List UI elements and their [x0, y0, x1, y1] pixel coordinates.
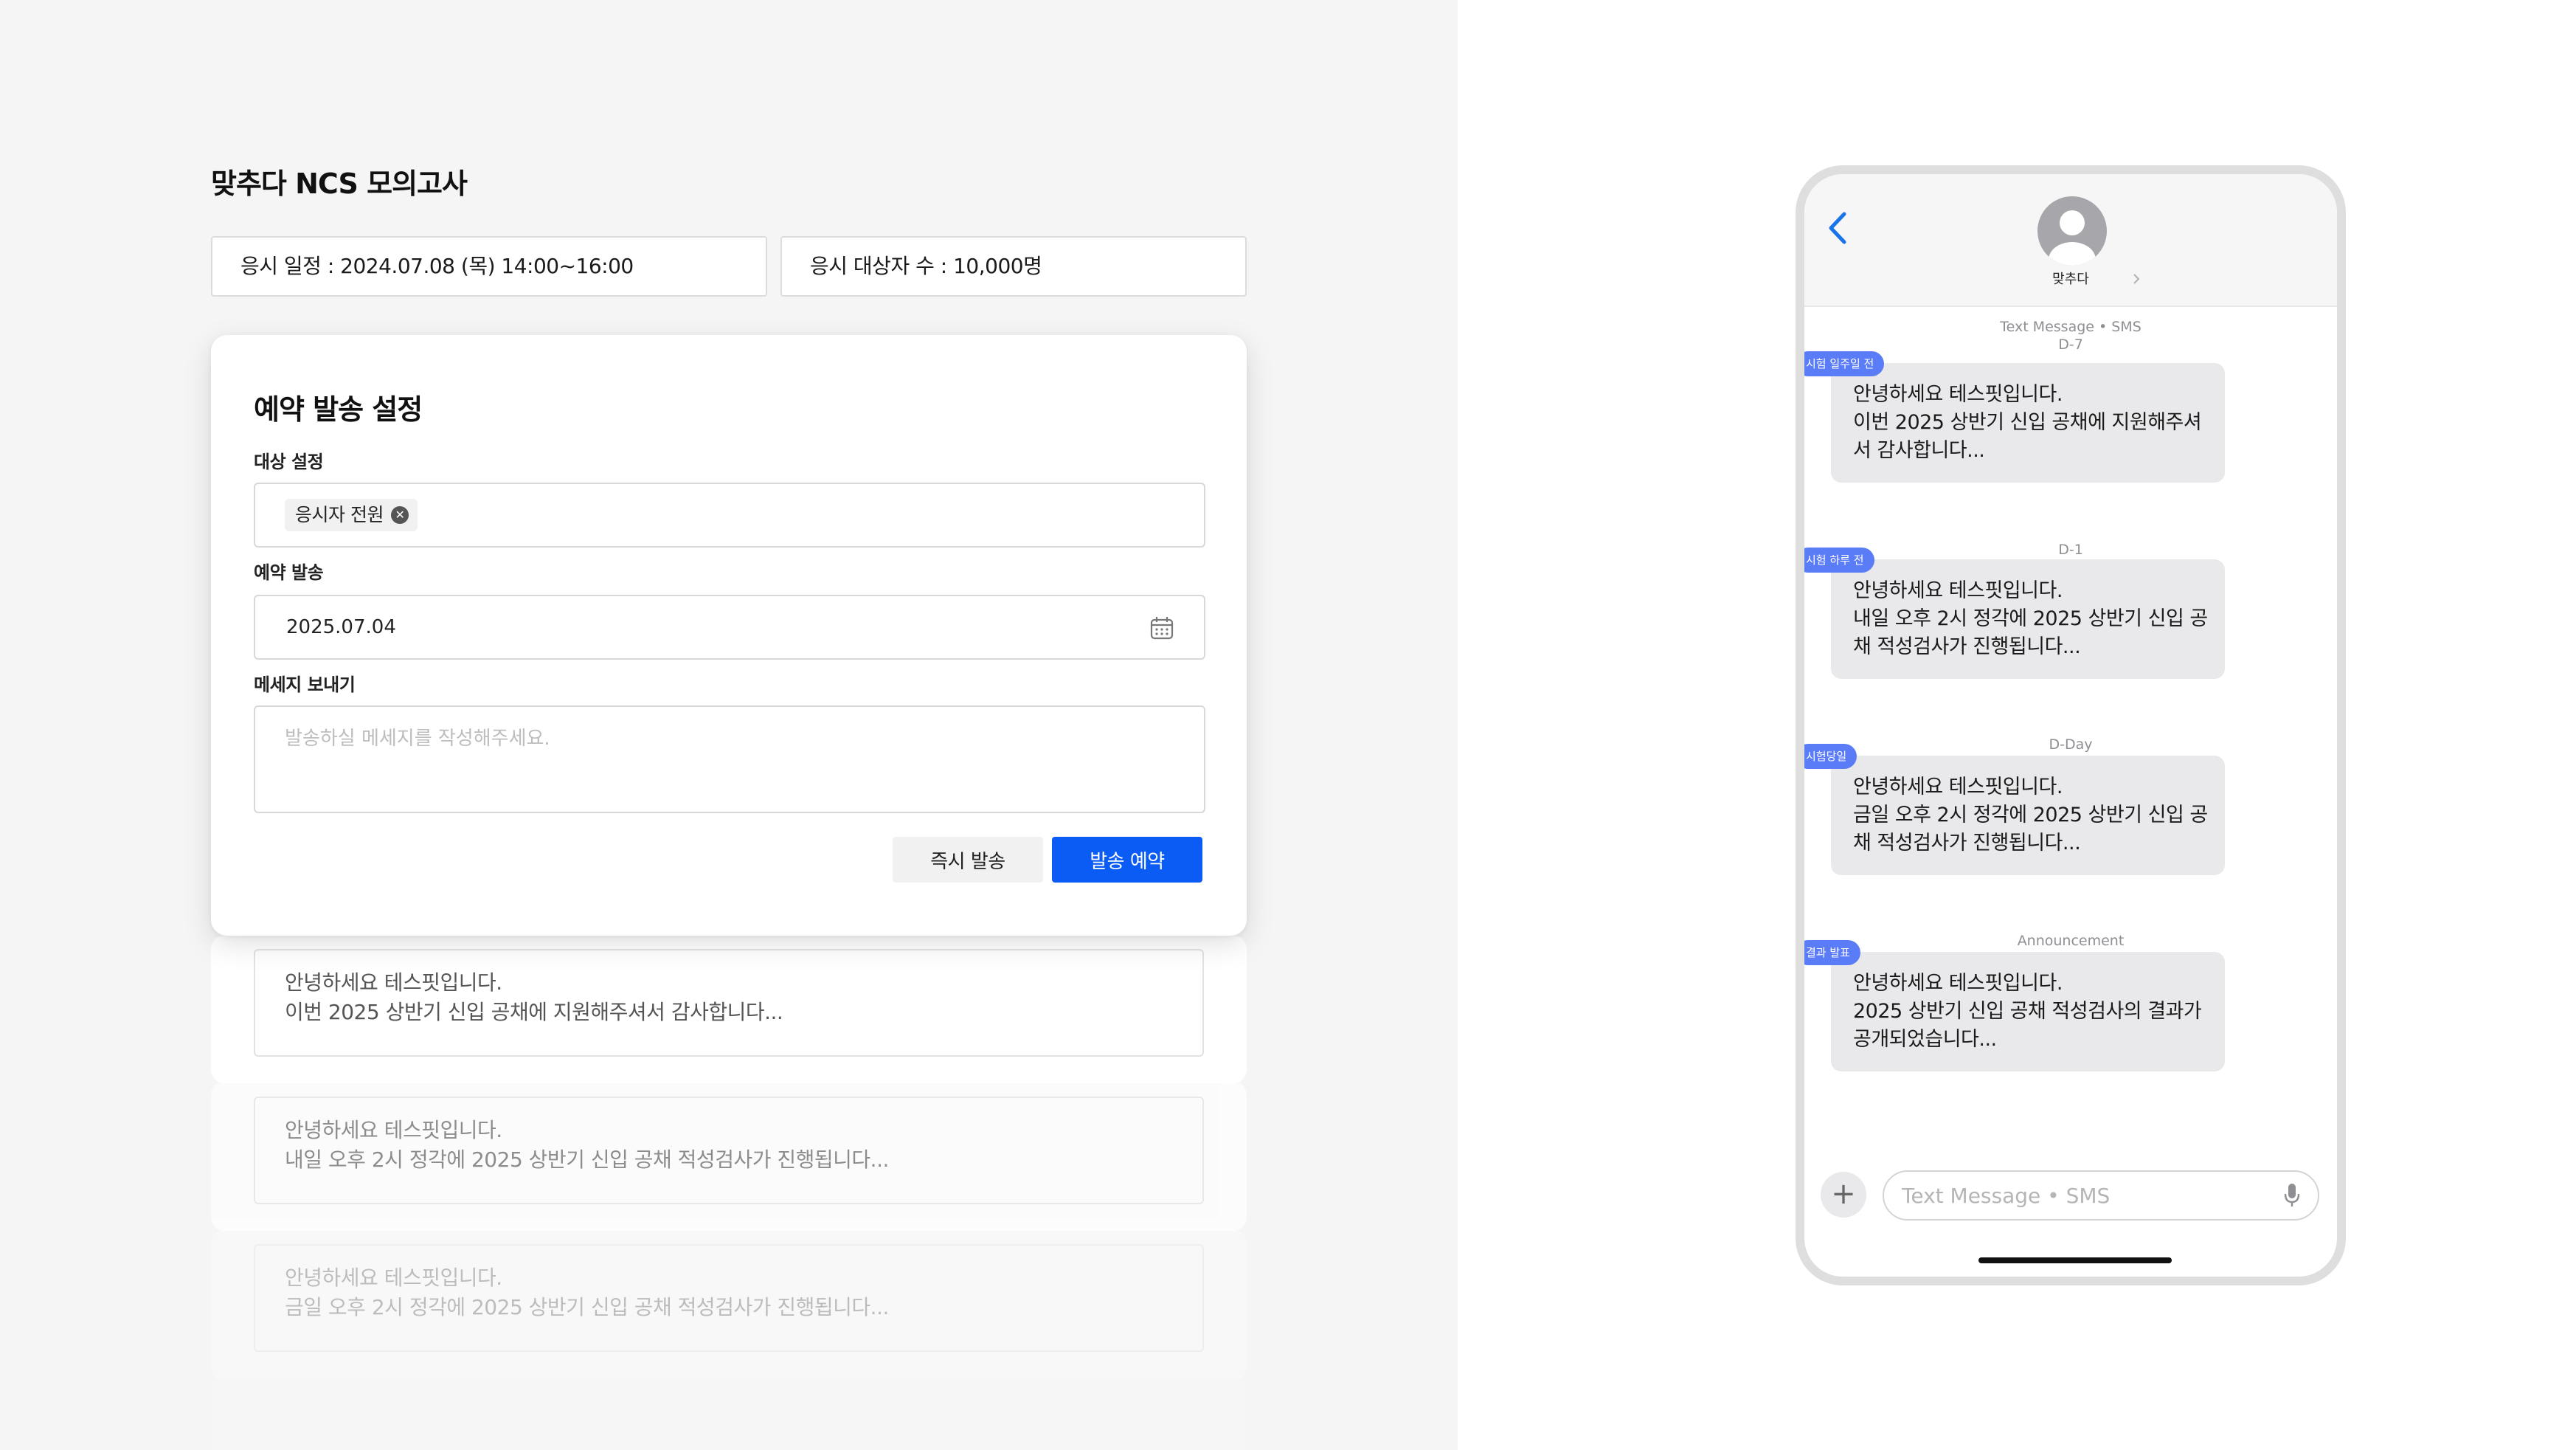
- message-history-card-faded: [211, 1380, 1247, 1450]
- mic-icon[interactable]: [2282, 1182, 2302, 1209]
- chevron-right-icon: [2133, 274, 2140, 284]
- target-field[interactable]: 응시자 전원 ✕: [254, 483, 1205, 548]
- phone-preview-panel: 맞추다 Text Message • SMS D-7 안녕하세요 테스핏입니다.…: [1458, 0, 2576, 1450]
- message-timestamp: Text Message • SMS: [2000, 319, 2142, 335]
- sms-bubble: 안녕하세요 테스핏입니다. 내일 오후 2시 정각에 2025 상반기 신입 공…: [1831, 559, 2225, 679]
- history-message: 안녕하세요 테스핏입니다. 이번 2025 상반기 신입 공채에 지원해주셔서 …: [254, 949, 1204, 1057]
- message-tag: 시험 하루 전: [1804, 548, 1874, 573]
- message-history-card[interactable]: 안녕하세요 테스핏입니다. 금일 오후 2시 정각에 2025 상반기 신입 공…: [211, 1229, 1247, 1380]
- message-tag: 시험 일주일 전: [1804, 351, 1885, 376]
- sms-bubble: 안녕하세요 테스핏입니다. 금일 오후 2시 정각에 2025 상반기 신입 공…: [1831, 756, 2225, 875]
- sms-bubble: 안녕하세요 테스핏입니다. 2025 상반기 신입 공채 적성검사의 결과가 공…: [1831, 952, 2225, 1071]
- history-message: 안녕하세요 테스핏입니다. 내일 오후 2시 정각에 2025 상반기 신입 공…: [254, 1097, 1204, 1204]
- history-message: 안녕하세요 테스핏입니다. 금일 오후 2시 정각에 2025 상반기 신입 공…: [254, 1244, 1204, 1352]
- exam-title: 맞추다 NCS 모의고사: [211, 168, 468, 200]
- bubble-line: 금일 오후 2시 정각에 2025 상반기 신입 공: [1853, 804, 2208, 826]
- history-message-line: 안녕하세요 테스핏입니다.: [285, 970, 502, 995]
- message-timestamp: D-Day: [2049, 736, 2093, 753]
- exam-schedule-box: 응시 일정 : 2024.07.08 (목) 14:00~16:00: [211, 236, 767, 297]
- home-indicator: [1978, 1257, 2172, 1263]
- bubble-line: 이번 2025 상반기 신입 공채에 지원해주셔: [1853, 411, 2202, 434]
- history-message-line: 내일 오후 2시 정각에 2025 상반기 신입 공채 적성검사가 진행됩니다.…: [285, 1147, 889, 1172]
- history-message-line: 안녕하세요 테스핏입니다.: [285, 1266, 502, 1290]
- bubble-line: 내일 오후 2시 정각에 2025 상반기 신입 공: [1853, 607, 2208, 630]
- message-field[interactable]: [254, 705, 1205, 813]
- plus-icon[interactable]: +: [1821, 1172, 1866, 1218]
- bubble-line: 공개되었습니다...: [1853, 1028, 1997, 1051]
- schedule-send-button[interactable]: 발송 예약: [1052, 837, 1202, 883]
- back-chevron-icon[interactable]: [1824, 210, 1853, 246]
- message-history-card[interactable]: 안녕하세요 테스핏입니다. 내일 오후 2시 정각에 2025 상반기 신입 공…: [211, 1082, 1247, 1231]
- bubble-line: 채 적성검사가 진행됩니다...: [1853, 832, 2081, 855]
- contact-name[interactable]: 맞추다: [1804, 269, 2337, 288]
- message-timestamp: Announcement: [2017, 933, 2125, 949]
- admin-panel: 맞추다 NCS 모의고사 응시 일정 : 2024.07.08 (목) 14:0…: [0, 0, 1458, 1450]
- bubble-line: 서 감사합니다...: [1853, 439, 1985, 462]
- conversation-header: 맞추다: [1804, 174, 2337, 307]
- bubble-line: 안녕하세요 테스핏입니다.: [1853, 579, 2063, 602]
- history-message-line: 금일 오후 2시 정각에 2025 상반기 신입 공채 적성검사가 진행됩니다.…: [285, 1295, 889, 1319]
- message-timestamp: D-1: [2058, 542, 2083, 558]
- bubble-line: 채 적성검사가 진행됩니다...: [1853, 635, 2081, 658]
- bubble-line: 안녕하세요 테스핏입니다.: [1853, 776, 2063, 798]
- message-textarea[interactable]: [255, 707, 1204, 812]
- clear-chip-icon[interactable]: ✕: [390, 506, 409, 524]
- message-tag: 결과 발표: [1804, 940, 1860, 965]
- target-chip-label: 응시자 전원: [295, 504, 384, 525]
- message-history-card[interactable]: 안녕하세요 테스핏입니다. 이번 2025 상반기 신입 공채에 지원해주셔서 …: [211, 936, 1247, 1083]
- history-message-line: 안녕하세요 테스핏입니다.: [285, 1118, 502, 1142]
- schedule-date-field[interactable]: 2025.07.04: [254, 595, 1205, 660]
- history-message-line: 이번 2025 상반기 신입 공채에 지원해주셔서 감사합니다...: [285, 1000, 783, 1024]
- schedule-date-label: 예약 발송: [254, 562, 324, 583]
- scheduled-send-modal: 예약 발송 설정 대상 설정 응시자 전원 ✕ 예약 발송 2025.07.04…: [211, 335, 1247, 936]
- target-chip[interactable]: 응시자 전원 ✕: [285, 499, 418, 531]
- bubble-line: 안녕하세요 테스핏입니다.: [1853, 972, 2063, 995]
- target-label: 대상 설정: [254, 452, 324, 472]
- sms-input[interactable]: [1883, 1170, 2319, 1221]
- avatar-icon[interactable]: [2037, 196, 2107, 266]
- phone-frame: 맞추다 Text Message • SMS D-7 안녕하세요 테스핏입니다.…: [1796, 165, 2346, 1285]
- message-label: 메세지 보내기: [254, 674, 356, 695]
- modal-title: 예약 발송 설정: [254, 393, 423, 426]
- send-now-button[interactable]: 즉시 발송: [893, 837, 1043, 883]
- schedule-date-value: 2025.07.04: [286, 616, 396, 638]
- candidate-count-box: 응시 대상자 수 : 10,000명: [780, 236, 1247, 297]
- bubble-line: 안녕하세요 테스핏입니다.: [1853, 383, 2063, 406]
- bubble-line: 2025 상반기 신입 공채 적성검사의 결과가: [1853, 1000, 2202, 1023]
- sms-bubble: 안녕하세요 테스핏입니다. 이번 2025 상반기 신입 공채에 지원해주셔 서…: [1831, 363, 2225, 483]
- calendar-icon[interactable]: [1149, 615, 1174, 641]
- message-timestamp-sub: D-7: [2058, 336, 2083, 353]
- message-tag: 시험당일: [1804, 744, 1857, 769]
- sms-input-bar: +: [1804, 1166, 2337, 1277]
